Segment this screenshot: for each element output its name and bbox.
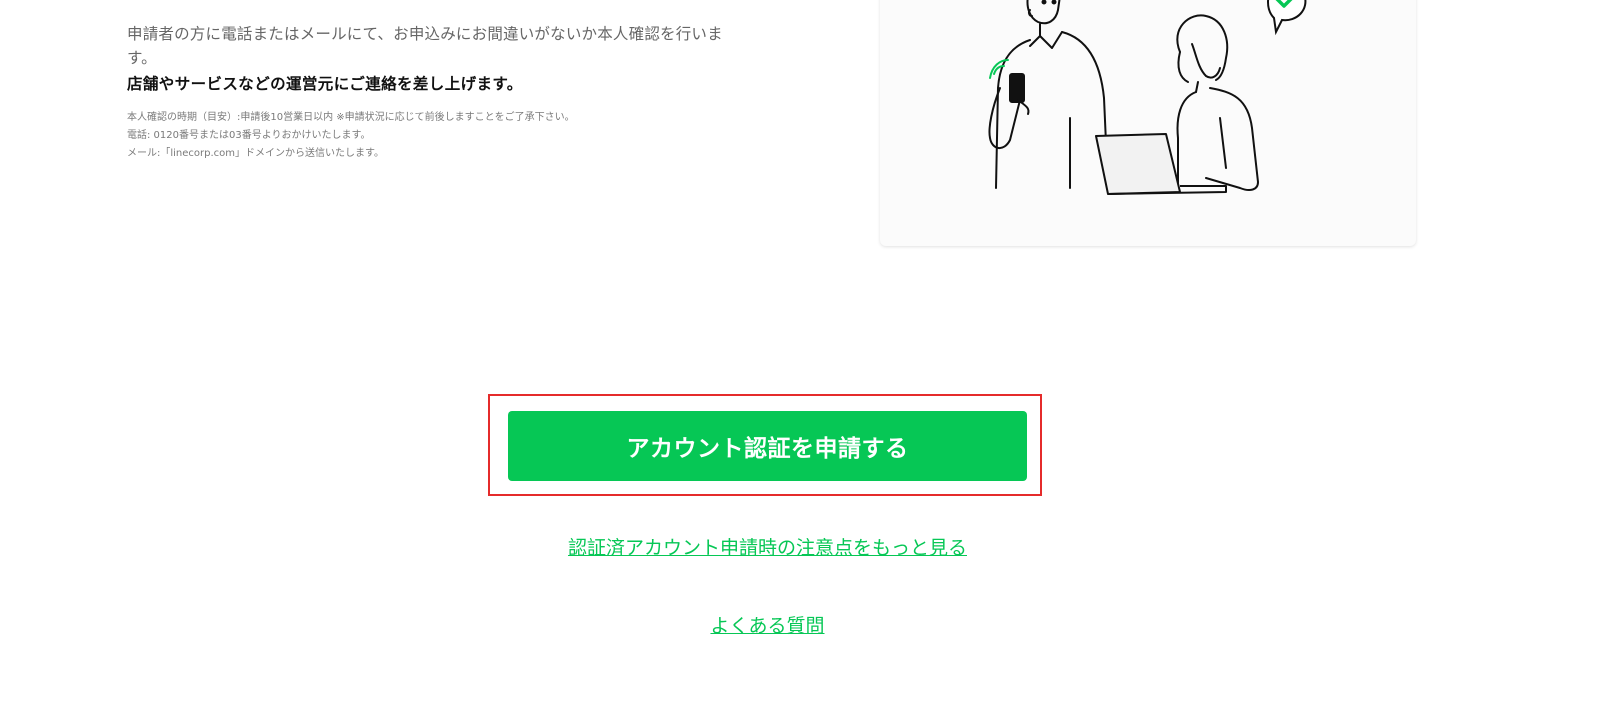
note-phone: 電話: 0120番号または03番号よりおかけいたします。 — [127, 130, 371, 141]
illustration-card — [880, 0, 1416, 246]
description-text: 申請者の方に電話またはメールにて、お申込みにお間違いがないか本人確認を行いま す… — [127, 22, 727, 70]
man-figure — [988, 0, 1109, 189]
woman-figure — [1176, 14, 1259, 191]
faq-link[interactable]: よくある質問 — [0, 611, 1535, 638]
page: 申請者の方に電話またはメールにて、お申込みにお間違いがないか本人確認を行いま す… — [0, 0, 1600, 704]
description-bold: 店舗やサービスなどの運営元にご連絡を差し上げます。 — [127, 75, 523, 93]
check-bubble-icon — [1266, 0, 1307, 36]
apply-verification-button[interactable]: アカウント認証を申請する — [508, 411, 1027, 481]
description-line-1: 申請者の方に電話またはメールにて、お申込みにお間違いがないか本人確認を行いま — [127, 25, 723, 43]
verification-illustration — [988, 0, 1307, 195]
notes-list: 本人確認の時期（目安）:申請後10営業日以内 ※申請状況に応じて前後しますことを… — [127, 109, 575, 163]
note-email: メール:「linecorp.com」ドメインから送信いたします。 — [127, 148, 385, 159]
note-timing: 本人確認の時期（目安）:申請後10営業日以内 ※申請状況に応じて前後しますことを… — [127, 112, 575, 123]
description-line-2: す。 — [127, 49, 157, 67]
laptop — [1095, 133, 1227, 195]
more-notes-link[interactable]: 認証済アカウント申請時の注意点をもっと見る — [0, 533, 1535, 560]
